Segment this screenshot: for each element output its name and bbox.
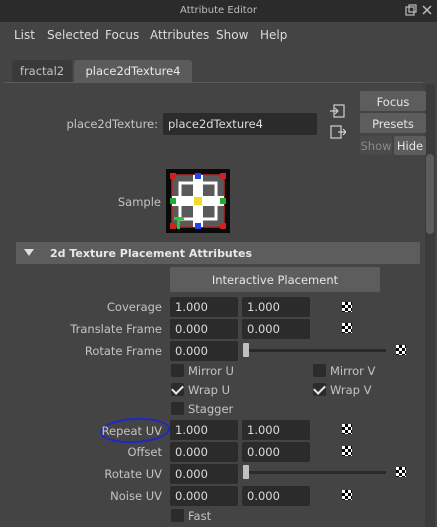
stagger-label: Stagger [188,402,234,416]
menu-list[interactable]: List [14,28,35,42]
input-connection-icon[interactable] [330,104,346,118]
menu-attributes[interactable]: Attributes [150,28,209,42]
tab-fractal2[interactable]: fractal2 [12,60,72,82]
wrap-u-checkbox[interactable] [171,383,184,396]
repeat-uv-map-icon[interactable] [342,424,352,434]
vertical-scrollbar[interactable] [425,84,435,527]
wrap-u-label: Wrap U [188,383,231,397]
repeat-u-field[interactable]: 1.000 [170,420,238,440]
fast-checkbox[interactable] [171,509,184,522]
rotate-frame-map-icon[interactable] [396,345,406,355]
translate-frame-v-field[interactable]: 0.000 [242,319,310,339]
node-name-label: place2dTexture: [66,117,158,131]
sample-swatch [166,169,230,233]
presets-button[interactable]: Presets [360,113,426,133]
window-title: Attribute Editor [180,5,257,16]
menu-bar: List Selected Focus Attributes Show Help [0,22,437,48]
menu-focus[interactable]: Focus [105,28,139,42]
float-window-icon[interactable] [405,4,417,16]
stagger-checkbox[interactable] [171,402,184,415]
collapse-triangle-icon[interactable] [24,249,34,256]
menu-selected[interactable]: Selected [47,28,99,42]
mirror-v-checkbox[interactable] [313,364,326,377]
repeat-uv-label: Repeat UV [101,424,162,438]
rotate-uv-slider-handle[interactable] [243,465,249,479]
menu-show[interactable]: Show [216,28,248,42]
offset-v-field[interactable]: 0.000 [242,442,310,462]
mirror-u-checkbox[interactable] [171,364,184,377]
noise-uv-label: Noise UV [110,489,162,503]
offset-map-icon[interactable] [342,446,352,456]
interactive-placement-button[interactable]: Interactive Placement [170,267,380,292]
title-bar: Attribute Editor [0,0,437,22]
rotate-frame-slider-handle[interactable] [243,343,249,357]
node-name-field[interactable]: place2dTexture4 [163,113,317,135]
coverage-v-field[interactable]: 1.000 [242,297,310,317]
rotate-uv-map-icon[interactable] [396,467,406,477]
coverage-label: Coverage [106,300,162,314]
mirror-u-label: Mirror U [188,364,234,378]
noise-uv-map-icon[interactable] [342,490,352,500]
tab-place2dtexture4[interactable]: place2dTexture4 [74,60,192,82]
hide-button[interactable]: Hide [394,136,426,155]
noise-v-field[interactable]: 0.000 [242,486,310,506]
rotate-uv-field[interactable]: 0.000 [170,464,238,484]
rotate-uv-label: Rotate UV [104,467,162,481]
section-title: 2d Texture Placement Attributes [50,247,253,260]
node-tabs: fractal2 place2dTexture4 [0,48,437,82]
offset-label: Offset [127,445,162,459]
translate-frame-label: Translate Frame [70,322,162,336]
close-icon[interactable] [421,4,433,16]
translate-frame-map-icon[interactable] [342,323,352,333]
noise-u-field[interactable]: 0.000 [170,486,238,506]
translate-frame-u-field[interactable]: 0.000 [170,319,238,339]
scroll-thumb[interactable] [426,154,434,234]
wrap-v-label: Wrap V [330,383,372,397]
repeat-v-field[interactable]: 1.000 [242,420,310,440]
menu-help[interactable]: Help [260,28,287,42]
rotate-frame-field[interactable]: 0.000 [170,341,238,361]
offset-u-field[interactable]: 0.000 [170,442,238,462]
sample-label: Sample [117,195,161,209]
rotate-frame-slider[interactable] [244,349,386,352]
wrap-v-checkbox[interactable] [313,383,326,396]
focus-button[interactable]: Focus [360,91,426,111]
rotate-uv-slider[interactable] [244,471,386,474]
output-connection-icon[interactable] [330,125,346,139]
section-header-2d-placement[interactable]: 2d Texture Placement Attributes [16,242,420,264]
show-button[interactable]: Show [360,136,392,155]
rotate-frame-label: Rotate Frame [84,344,162,358]
coverage-map-icon[interactable] [342,302,352,312]
coverage-u-field[interactable]: 1.000 [170,297,238,317]
fast-label: Fast [188,509,212,523]
mirror-v-label: Mirror V [330,364,376,378]
